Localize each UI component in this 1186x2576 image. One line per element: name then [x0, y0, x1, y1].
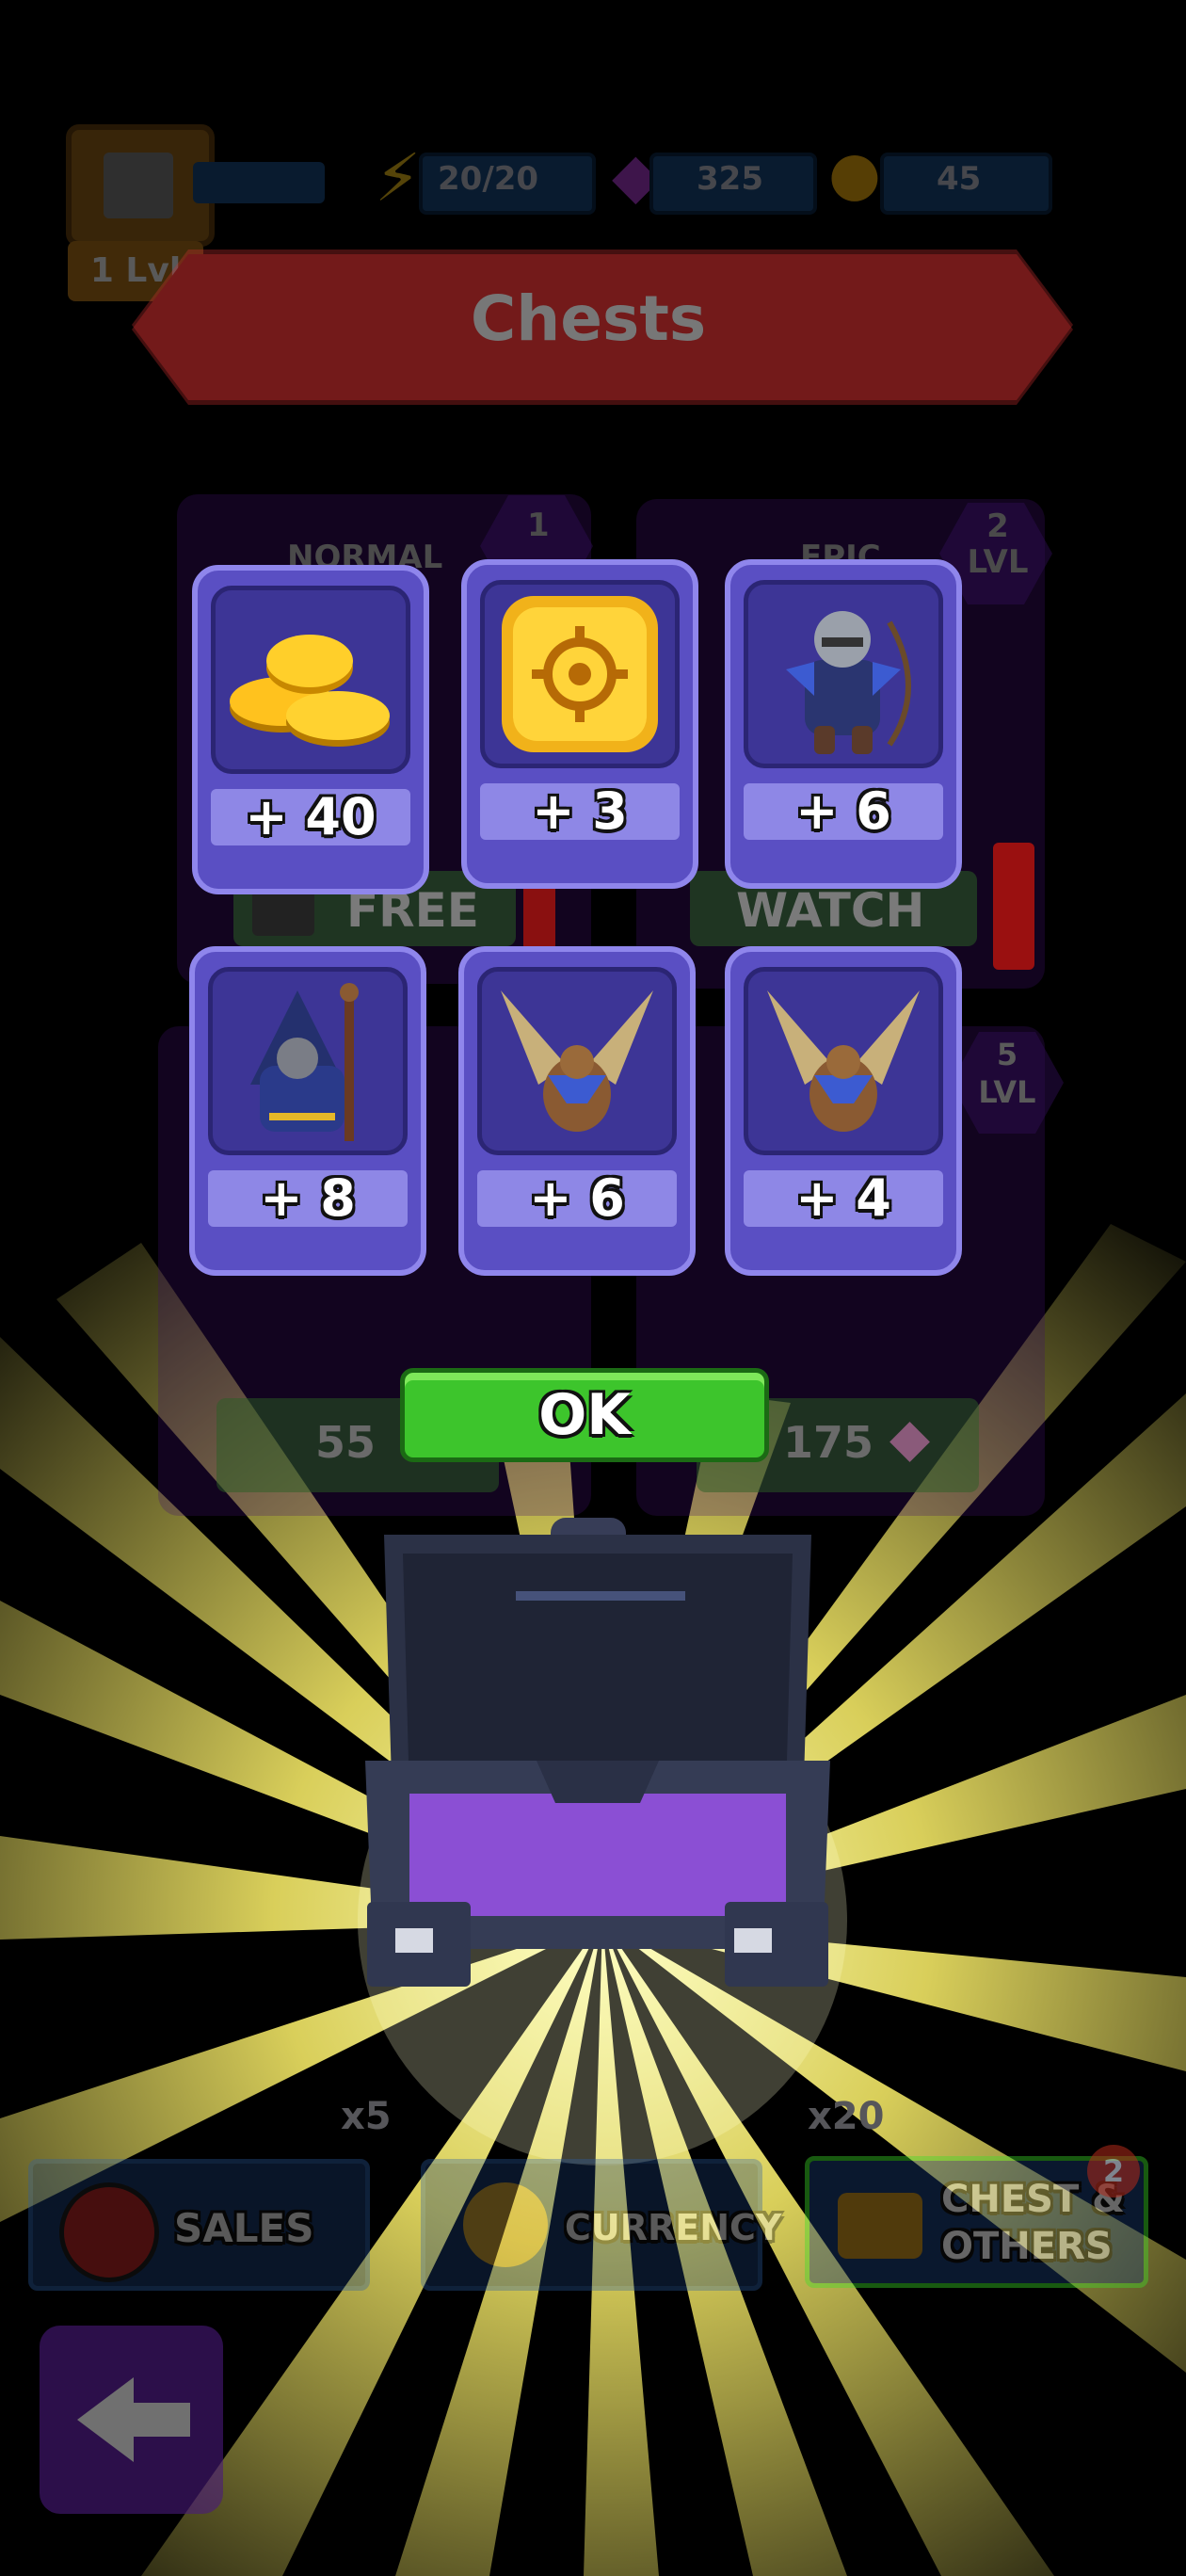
back-arrow-icon [77, 2377, 190, 2462]
price-right: 175 [783, 1417, 874, 1468]
energy-pack-right-multiplier: x20 [808, 2095, 885, 2138]
sales-tab-label: SALES [174, 2205, 314, 2251]
energy-icon: ⚡ [375, 139, 422, 217]
reward-amount: + 4 [744, 1170, 943, 1227]
normal-level-value: 1 [527, 507, 550, 544]
reward-amount: + 8 [208, 1170, 408, 1227]
currency-tab[interactable]: CURRENCY [421, 2159, 781, 2291]
ok-button-label: OK [538, 1382, 631, 1448]
armored-archer-icon [786, 611, 911, 754]
thumbs-up-icon [59, 2182, 159, 2282]
reward-tile: + 8 [189, 946, 426, 1276]
coin-icon: ● [828, 139, 881, 209]
griffin-icon [501, 990, 653, 1132]
reward-image [208, 967, 408, 1155]
coins-icon [230, 635, 390, 747]
gem-value: 325 [697, 160, 763, 198]
reward-image [211, 586, 410, 774]
price-left: 55 [315, 1417, 377, 1468]
griffin-icon [767, 990, 920, 1132]
reward-amount: + 6 [744, 783, 943, 840]
currency-tab-label: CURRENCY [565, 2207, 782, 2248]
sales-tab[interactable]: SALES [28, 2159, 370, 2291]
chest-tab-icon [838, 2193, 922, 2259]
reward-image [744, 580, 943, 768]
back-button[interactable] [40, 2326, 223, 2514]
reward-amount: + 3 [480, 783, 680, 840]
reward-image [480, 580, 680, 768]
notification-badge: 2 [1087, 2145, 1140, 2198]
reward-tile: + 40 [192, 565, 429, 894]
coin-value: 45 [937, 160, 982, 198]
price-gem-icon: ◆ [890, 1408, 931, 1469]
lvl5-badge-label: 5 LVL [978, 1037, 1036, 1110]
epic-level-value: 2 LVL [967, 507, 1029, 581]
reward-amount: + 6 [477, 1170, 677, 1227]
reward-image [477, 967, 677, 1155]
watch-alert-icon [993, 843, 1034, 970]
page-title: Chests [470, 282, 707, 355]
energy-pack-left-multiplier: x5 [341, 2095, 392, 2138]
gold-token-icon [502, 596, 658, 752]
hooded-wizard-icon [250, 983, 359, 1141]
reward-tile: + 4 [725, 946, 962, 1276]
opened-chest [365, 1518, 830, 1987]
energy-value: 20/20 [438, 160, 539, 198]
currency-icon [463, 2182, 548, 2267]
reward-amount: + 40 [211, 789, 410, 845]
castle-icon [104, 153, 173, 218]
reward-tile: + 3 [461, 559, 698, 889]
watch-button-label: WATCH [736, 883, 925, 938]
ok-button[interactable]: OK [400, 1368, 769, 1462]
top-bar: 1 Lvl ⚡ 20/20 ◆ 325 ● 45 [0, 0, 1186, 405]
reward-image [744, 967, 943, 1155]
reward-tile: + 6 [458, 946, 696, 1276]
reward-tile: + 6 [725, 559, 962, 889]
